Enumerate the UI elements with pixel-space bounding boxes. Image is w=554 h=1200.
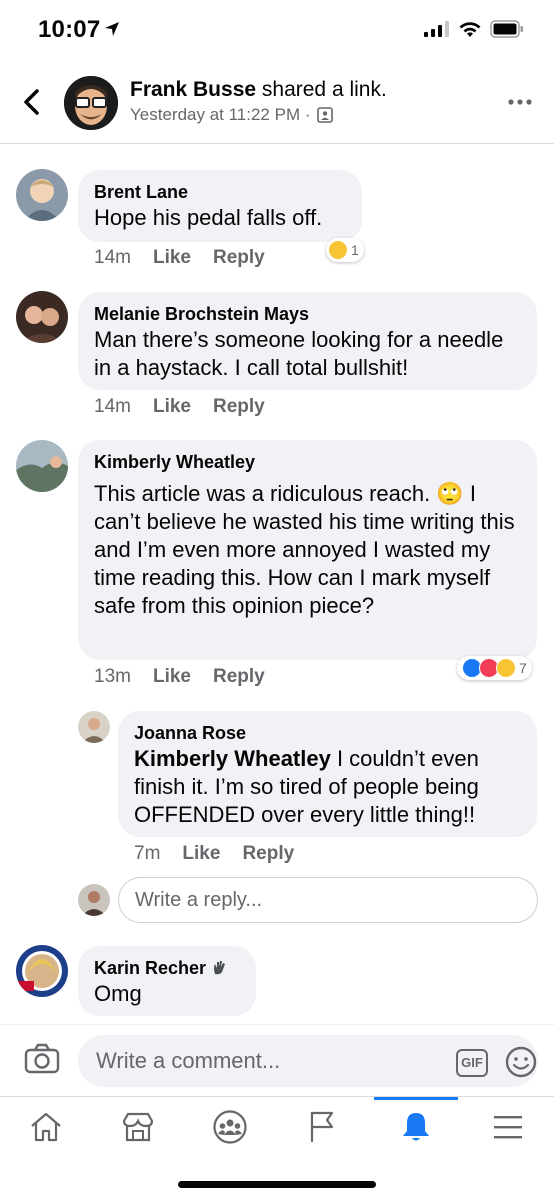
comment-bubble[interactable]: Melanie Brochstein Mays Man there’s some… <box>78 292 537 390</box>
reply-input[interactable]: Write a reply... <box>118 877 538 923</box>
comment-input-placeholder: Write a comment... <box>96 1048 281 1073</box>
author-name[interactable]: Frank Busse <box>130 78 256 101</box>
comment-text: Kimberly Wheatley I couldn’t even finish… <box>134 745 521 829</box>
comment-bubble[interactable]: Karin Recher Omg <box>78 946 256 1016</box>
gif-button[interactable]: GIF <box>456 1049 488 1077</box>
home-indicator <box>178 1181 376 1188</box>
reply-button[interactable]: Reply <box>242 843 294 865</box>
like-button[interactable]: Like <box>182 843 220 865</box>
tab-menu[interactable] <box>478 1107 538 1147</box>
comment-time: 7m <box>134 843 161 864</box>
commenter-name-row: Karin Recher <box>94 956 240 980</box>
comment-text: This article was a ridiculous reach. 🙄 I… <box>94 481 515 618</box>
signal-icon <box>424 21 449 37</box>
like-button[interactable]: Like <box>153 396 191 418</box>
commenter-name[interactable]: Brent Lane <box>94 180 346 204</box>
comment-bubble[interactable]: Kimberly Wheatley This article was a rid… <box>78 440 537 660</box>
location-arrow-icon <box>105 22 119 36</box>
comment-actions: 7m Like Reply <box>134 843 294 865</box>
comment-text: Man there’s someone looking for a needle… <box>94 327 504 380</box>
comment-text: Hope his pedal falls off. <box>94 205 323 230</box>
mention-link[interactable]: Kimberly Wheatley <box>134 746 331 771</box>
commenter-name[interactable]: Kimberly Wheatley <box>94 450 521 474</box>
emoji-icon[interactable] <box>504 1045 538 1079</box>
back-icon[interactable] <box>20 88 44 116</box>
comment-time: 13m <box>94 666 131 687</box>
reply-button[interactable]: Reply <box>213 396 265 418</box>
active-tab-indicator <box>374 1097 458 1100</box>
status-time: 10:07 <box>38 16 101 43</box>
camera-icon[interactable] <box>24 1043 60 1075</box>
header-action: shared a link. <box>256 78 387 101</box>
comment-actions: 14m Like Reply <box>94 247 265 269</box>
header-subtitle: Yesterday at 11:22 PM · <box>130 105 333 125</box>
audience-icon <box>316 107 333 123</box>
status-bar: 10:07 <box>0 0 554 60</box>
comment-composer: Write a comment... GIF <box>0 1024 554 1096</box>
comment-actions: 13m Like Reply <box>94 666 265 688</box>
reaction-summary[interactable]: 1 <box>326 238 364 262</box>
commenter-avatar[interactable] <box>16 440 68 492</box>
commenter-avatar[interactable] <box>16 169 68 221</box>
tab-pages[interactable] <box>292 1107 352 1147</box>
haha-reaction-icon <box>328 240 348 260</box>
like-button[interactable]: Like <box>153 666 191 688</box>
status-icons <box>424 20 524 38</box>
tab-marketplace[interactable] <box>108 1107 168 1147</box>
comment-time: 14m <box>94 396 131 417</box>
home-icon <box>31 1112 61 1142</box>
commenter-avatar[interactable] <box>16 945 68 997</box>
flag-icon <box>310 1111 334 1142</box>
comment-actions: 14m Like Reply <box>94 396 265 418</box>
reaction-count: 7 <box>519 660 527 676</box>
commenter-avatar[interactable] <box>16 291 68 343</box>
reply-button[interactable]: Reply <box>213 247 265 269</box>
tab-home[interactable] <box>16 1107 76 1147</box>
bell-icon <box>403 1113 429 1141</box>
wave-icon <box>214 961 226 975</box>
header-title: Frank Busse shared a link. <box>130 78 387 102</box>
post-timestamp[interactable]: Yesterday at 11:22 PM · <box>130 105 311 125</box>
marketplace-icon <box>122 1112 154 1142</box>
haha-reaction-icon <box>496 658 516 678</box>
groups-icon <box>213 1110 247 1144</box>
comment-bubble[interactable]: Brent Lane Hope his pedal falls off. <box>78 170 362 242</box>
wifi-icon <box>459 22 481 37</box>
author-avatar[interactable] <box>64 76 118 130</box>
comment-text: Omg <box>94 981 142 1006</box>
reaction-count: 1 <box>351 242 359 258</box>
reply-bubble[interactable]: Joanna Rose Kimberly Wheatley I couldn’t… <box>118 711 537 837</box>
menu-icon <box>494 1116 522 1139</box>
more-options-icon[interactable] <box>508 98 532 106</box>
reply-button[interactable]: Reply <box>213 666 265 688</box>
tab-notifications[interactable] <box>386 1107 446 1147</box>
like-button[interactable]: Like <box>153 247 191 269</box>
commenter-name[interactable]: Karin Recher <box>94 958 206 978</box>
my-avatar <box>78 884 110 916</box>
reaction-summary[interactable]: 7 <box>457 656 532 680</box>
tab-groups[interactable] <box>200 1107 260 1147</box>
commenter-name[interactable]: Joanna Rose <box>134 721 521 745</box>
battery-icon <box>490 20 523 38</box>
comment-time: 14m <box>94 247 131 268</box>
commenter-avatar[interactable] <box>78 711 110 743</box>
post-header: Frank Busse shared a link. Yesterday at … <box>0 62 554 144</box>
commenter-name[interactable]: Melanie Brochstein Mays <box>94 302 521 326</box>
